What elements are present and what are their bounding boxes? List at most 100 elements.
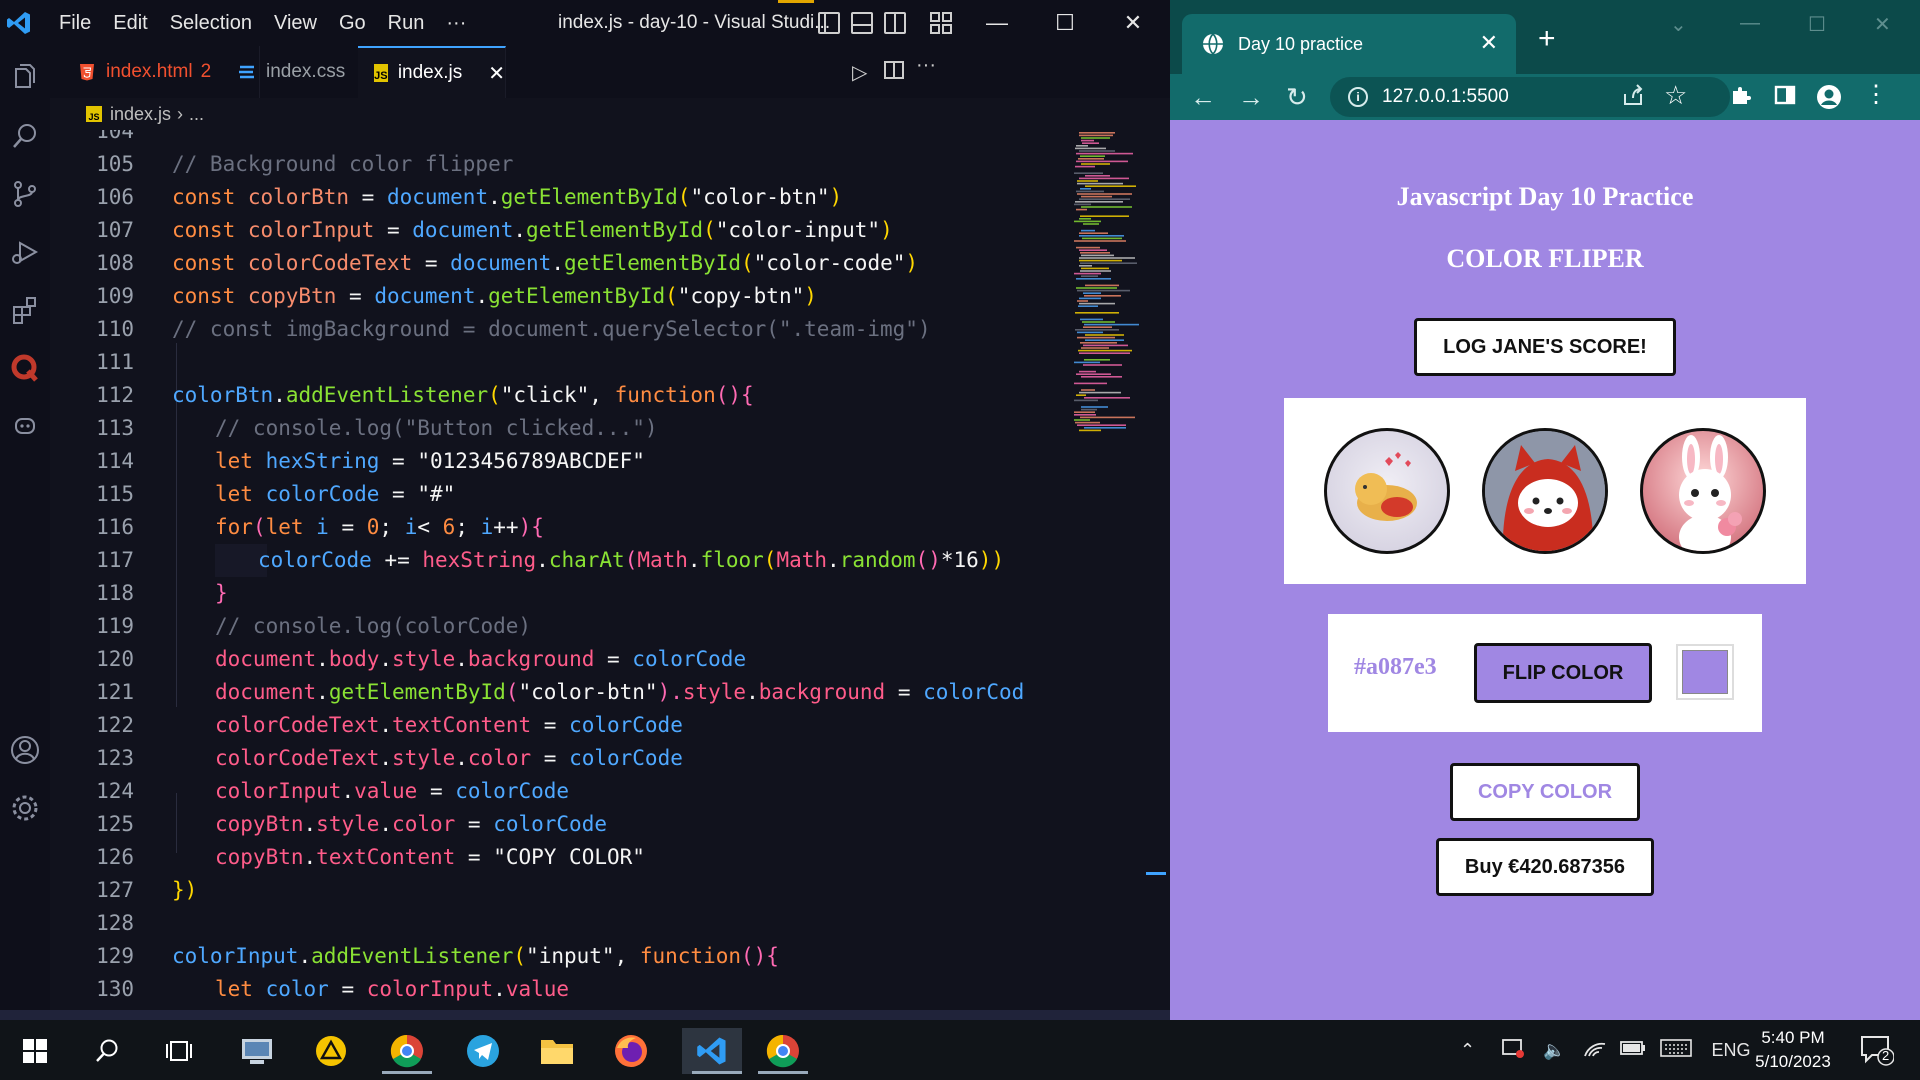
code-line[interactable]: 107 const colorInput = document.getElemen… bbox=[50, 214, 1060, 247]
color-picker-input[interactable] bbox=[1676, 644, 1734, 700]
settings-gear-icon[interactable] bbox=[7, 790, 43, 826]
new-tab-icon[interactable]: + bbox=[1538, 22, 1556, 56]
code-line[interactable]: 118} bbox=[50, 577, 1060, 610]
quokka-icon[interactable] bbox=[7, 350, 43, 386]
code-line[interactable]: 106 const colorBtn = document.getElementB… bbox=[50, 181, 1060, 214]
search-icon[interactable] bbox=[84, 1028, 130, 1074]
file-explorer-icon[interactable] bbox=[534, 1028, 580, 1074]
code-line[interactable]: 126 copyBtn.textContent = "COPY COLOR" bbox=[50, 841, 1060, 874]
code-line[interactable]: 122 colorCodeText.textContent = colorCode bbox=[50, 709, 1060, 742]
code-line[interactable]: 109 const copyBtn = document.getElementBy… bbox=[50, 280, 1060, 313]
code-line[interactable]: 124 colorInput.value = colorCode bbox=[50, 775, 1060, 808]
menu-file[interactable]: File bbox=[48, 0, 102, 46]
menu-run[interactable]: Run bbox=[377, 0, 436, 46]
explorer-icon[interactable] bbox=[7, 60, 43, 96]
close-window-icon[interactable]: ✕ bbox=[1098, 0, 1168, 46]
breadcrumb-symbol[interactable]: ... bbox=[189, 104, 204, 125]
windows-start-icon[interactable] bbox=[12, 1028, 58, 1074]
source-control-icon[interactable] bbox=[7, 176, 43, 212]
maximize-icon[interactable]: ☐ bbox=[1030, 0, 1100, 46]
tab-index-js[interactable]: JS index.js ✕ bbox=[358, 46, 506, 98]
wifi-icon[interactable] bbox=[1583, 1038, 1606, 1063]
code-line[interactable]: 130 let color = colorInput.value bbox=[50, 973, 1060, 1006]
code-line[interactable]: 127}) bbox=[50, 874, 1060, 907]
clock[interactable]: 5:40 PM 5/10/2023 bbox=[1738, 1026, 1848, 1074]
close-tab-icon[interactable]: ✕ bbox=[1480, 30, 1498, 56]
site-info-icon[interactable]: i bbox=[1348, 87, 1368, 107]
team-img-devil-cat[interactable] bbox=[1482, 428, 1608, 554]
code-line[interactable]: 123 colorCodeText.style.color = colorCode bbox=[50, 742, 1060, 775]
firefox-icon[interactable] bbox=[608, 1028, 654, 1074]
code-line[interactable]: 112 colorBtn.addEventListener("click", fu… bbox=[50, 379, 1060, 412]
profile-avatar-icon[interactable] bbox=[1816, 84, 1842, 116]
minimize-icon[interactable]: — bbox=[962, 0, 1032, 46]
accounts-icon[interactable] bbox=[7, 732, 43, 768]
system-monitor-icon[interactable] bbox=[234, 1028, 280, 1074]
close-window-icon[interactable]: ✕ bbox=[1874, 12, 1891, 37]
tab-index-css[interactable]: index.css bbox=[210, 46, 360, 98]
toggle-primary-sidebar-icon[interactable] bbox=[818, 12, 840, 34]
team-img-bunny[interactable] bbox=[1640, 428, 1766, 554]
notifications-icon[interactable]: 2 bbox=[1860, 1034, 1895, 1071]
buy-button[interactable]: Buy €420.687356 bbox=[1436, 838, 1654, 896]
code-line[interactable]: 121 document.getElementById("color-btn").… bbox=[50, 676, 1060, 709]
flip-color-button[interactable]: FLIP COLOR bbox=[1474, 643, 1652, 703]
security-icon[interactable] bbox=[1501, 1037, 1525, 1064]
code-line[interactable]: 108 const colorCodeText = document.getEle… bbox=[50, 247, 1060, 280]
code-line[interactable]: 120 document.body.style.background = colo… bbox=[50, 643, 1060, 676]
menu-go[interactable]: Go bbox=[328, 0, 377, 46]
copilot-icon[interactable] bbox=[7, 408, 43, 444]
log-score-button[interactable]: LOG JANE'S SCORE! bbox=[1414, 318, 1676, 376]
code-line[interactable]: 125 copyBtn.style.color = colorCode bbox=[50, 808, 1060, 841]
toggle-secondary-sidebar-icon[interactable] bbox=[884, 12, 906, 34]
extensions-puzzle-icon[interactable] bbox=[1730, 84, 1752, 112]
vscode-logo-icon[interactable] bbox=[4, 8, 34, 38]
code-line[interactable]: 114 let hexString = "0123456789ABCDEF" bbox=[50, 445, 1060, 478]
back-arrow-icon[interactable]: ← bbox=[1190, 82, 1216, 113]
menu-selection[interactable]: Selection bbox=[159, 0, 263, 46]
menu-edit[interactable]: Edit bbox=[102, 0, 158, 46]
run-code-icon[interactable]: ▷ bbox=[852, 60, 867, 85]
code-line[interactable]: 113 // console.log("Button clicked...") bbox=[50, 412, 1060, 445]
toggle-panel-icon[interactable] bbox=[851, 12, 873, 34]
copy-color-button[interactable]: COPY COLOR bbox=[1450, 763, 1640, 821]
side-panel-icon[interactable] bbox=[1774, 84, 1796, 112]
code-editor[interactable]: 104 105 // Background color flipper 106 cons… bbox=[50, 130, 1060, 1010]
keyboard-icon[interactable] bbox=[1659, 1038, 1692, 1062]
browser-tab[interactable]: Day 10 practice ✕ bbox=[1182, 14, 1516, 74]
code-line[interactable]: 115 let colorCode = "#" bbox=[50, 478, 1060, 511]
code-line[interactable]: 119 // console.log(colorCode) bbox=[50, 610, 1060, 643]
more-actions-icon[interactable]: ··· bbox=[916, 54, 936, 77]
code-line[interactable]: 129 colorInput.addEventListener("input", … bbox=[50, 940, 1060, 973]
minimap[interactable] bbox=[1070, 130, 1160, 510]
volume-icon[interactable]: 🔈 bbox=[1543, 1040, 1565, 1061]
share-icon[interactable] bbox=[1622, 84, 1644, 112]
chrome-icon[interactable] bbox=[758, 1028, 808, 1074]
forward-arrow-icon[interactable]: → bbox=[1238, 82, 1264, 113]
code-line[interactable]: 110 // const imgBackground = document.que… bbox=[50, 313, 1060, 346]
breadcrumb-file[interactable]: index.js bbox=[110, 104, 171, 125]
menu-view[interactable]: View bbox=[263, 0, 328, 46]
code-line[interactable]: 104 bbox=[50, 130, 1060, 148]
menu-more[interactable]: ··· bbox=[435, 0, 477, 46]
chevron-down-icon[interactable]: ⌄ bbox=[1670, 12, 1687, 37]
close-tab-icon[interactable]: ✕ bbox=[488, 61, 505, 86]
split-editor-icon[interactable] bbox=[884, 60, 904, 86]
team-img-bear[interactable] bbox=[1324, 428, 1450, 554]
warning-app-icon[interactable] bbox=[308, 1028, 354, 1074]
task-view-icon[interactable] bbox=[156, 1028, 202, 1074]
code-line[interactable]: 117 colorCode += hexString.charAt(Math.fl… bbox=[50, 544, 1060, 577]
chrome-icon[interactable] bbox=[382, 1028, 432, 1074]
code-line[interactable]: 128 bbox=[50, 907, 1060, 940]
search-icon[interactable] bbox=[7, 118, 43, 154]
maximize-icon[interactable]: ☐ bbox=[1808, 12, 1826, 37]
customize-layout-icon[interactable] bbox=[930, 12, 952, 34]
telegram-icon[interactable] bbox=[460, 1028, 506, 1074]
extensions-icon[interactable] bbox=[7, 292, 43, 328]
minimize-icon[interactable]: — bbox=[1740, 12, 1760, 35]
bookmark-star-icon[interactable]: ☆ bbox=[1664, 80, 1687, 111]
vscode-taskbar-icon[interactable] bbox=[682, 1028, 742, 1074]
reload-icon[interactable]: ↻ bbox=[1286, 82, 1308, 113]
run-debug-icon[interactable] bbox=[7, 234, 43, 270]
chevron-up-icon[interactable]: ⌃ bbox=[1460, 1040, 1475, 1061]
